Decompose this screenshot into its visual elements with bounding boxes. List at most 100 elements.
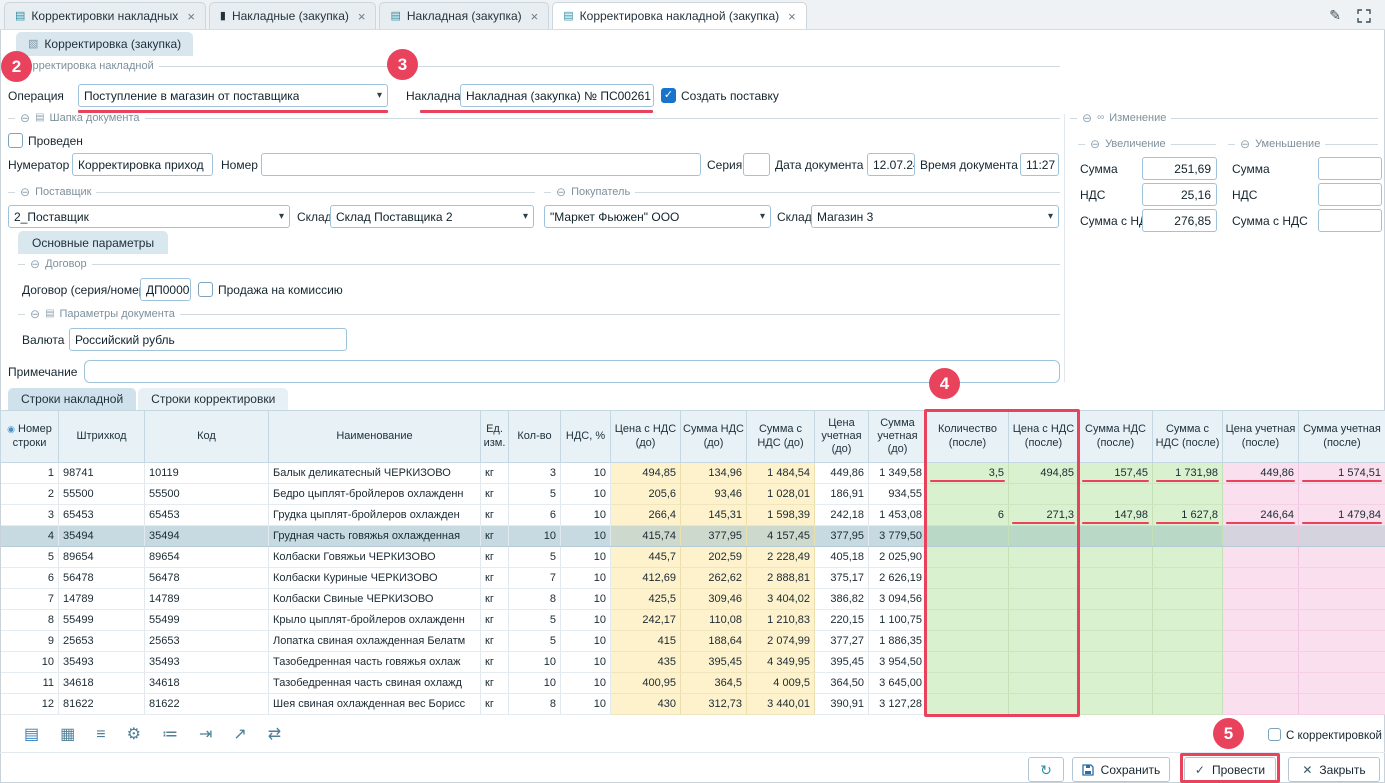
commission-checkbox[interactable] [198,282,213,297]
with-correction-checkbox[interactable] [1268,728,1281,741]
table-row[interactable]: 85549955499Крыло цыплят-бройлеров охлажд… [1,610,1385,631]
table-cell[interactable]: 98741 [59,463,145,484]
table-cell[interactable]: 34618 [59,673,145,694]
table-cell[interactable]: 3 [509,463,561,484]
table-row[interactable]: 36545365453Грудка цыплят-бройлеров охлаж… [1,505,1385,526]
collapse-icon[interactable]: ⊖ [30,308,40,320]
table-cell[interactable]: 2 074,99 [747,631,815,652]
column-header[interactable]: Сумма учетная (после) [1299,411,1385,463]
buyer-select[interactable]: "Маркет Фьюжен" ООО ▾ [544,205,771,228]
table-cell[interactable]: 55500 [145,484,269,505]
table-cell[interactable]: 10 [561,652,611,673]
column-header[interactable]: Кол-во [509,411,561,463]
table-cell[interactable]: Грудка цыплят-бройлеров охлажден [269,505,481,526]
table-cell[interactable]: 145,31 [681,505,747,526]
table-cell[interactable]: 3 645,00 [869,673,927,694]
table-cell[interactable] [1153,631,1223,652]
table-cell[interactable] [1153,547,1223,568]
operation-select[interactable]: Поступление в магазин от поставщика ▾ [78,84,388,107]
table-cell[interactable] [1223,547,1299,568]
currency-field[interactable]: Российский рубль [69,328,347,351]
table-cell[interactable]: 9 [1,631,59,652]
table-cell[interactable] [1299,652,1385,673]
supplier-select[interactable]: 2_Поставщик ▾ [8,205,290,228]
table-cell[interactable]: 266,4 [611,505,681,526]
column-header[interactable]: Цена с НДС (до) [611,411,681,463]
edit-icon[interactable]: ✎ [1329,7,1341,24]
table-cell[interactable]: 8 [509,694,561,715]
table-cell[interactable]: 10 [509,673,561,694]
contract-number-field[interactable]: ДП00002 [140,278,191,301]
tab-close-icon[interactable]: × [187,10,195,23]
table-cell[interactable] [1299,694,1385,715]
column-header[interactable]: Сумма НДС (до) [681,411,747,463]
table-cell[interactable]: 10 [561,589,611,610]
table-row[interactable]: 113461834618Тазобедренная часть свиная о… [1,673,1385,694]
group-list-icon[interactable]: ⇥ [199,727,212,743]
table-cell[interactable]: Шея свиная охлажденная вес Борисс [269,694,481,715]
table-cell[interactable]: 1 627,8 [1153,505,1223,526]
table-row[interactable]: 71478914789Колбаски Свиные ЧЕРКИЗОВОкг81… [1,589,1385,610]
table-cell[interactable]: 386,82 [815,589,869,610]
table-cell[interactable]: 494,85 [611,463,681,484]
table-cell[interactable]: 4 157,45 [747,526,815,547]
table-cell[interactable]: 2 626,19 [869,568,927,589]
table-cell[interactable]: 390,91 [815,694,869,715]
table-row[interactable]: 92565325653Лопатка свиная охлажденная Бе… [1,631,1385,652]
supplier-warehouse-select[interactable]: Склад Поставщика 2 ▾ [330,205,534,228]
table-cell[interactable]: 309,46 [681,589,747,610]
table-cell[interactable]: кг [481,610,509,631]
window-tab[interactable]: ▮Накладные (закупка)× [209,2,377,29]
table-cell[interactable] [1153,694,1223,715]
table-cell[interactable] [1223,694,1299,715]
table-cell[interactable]: 10 [561,505,611,526]
table-cell[interactable] [1299,631,1385,652]
table-cell[interactable]: 10 [561,463,611,484]
table-cell[interactable]: Тазобедренная часть говяжья охлаж [269,652,481,673]
table-cell[interactable]: 3 [1,505,59,526]
table-cell[interactable]: 35494 [145,526,269,547]
save-button[interactable]: Сохранить [1072,757,1170,782]
table-cell[interactable]: Лопатка свиная охлажденная Белатм [269,631,481,652]
table-cell[interactable] [1153,484,1223,505]
row-view-icon[interactable]: ▤ [24,727,39,743]
table-cell[interactable] [1079,631,1153,652]
table-cell[interactable]: кг [481,673,509,694]
table-tab[interactable]: Строки корректировки [138,388,288,410]
table-cell[interactable]: 34618 [145,673,269,694]
table-cell[interactable]: 25653 [59,631,145,652]
table-cell[interactable]: 55499 [145,610,269,631]
settings-icon[interactable]: ⚙ [127,727,141,743]
table-cell[interactable]: 5 [509,484,561,505]
number-field[interactable] [261,153,701,176]
table-cell[interactable]: 312,73 [681,694,747,715]
series-field[interactable] [743,153,770,176]
table-cell[interactable] [1299,589,1385,610]
table-cell[interactable]: 242,17 [611,610,681,631]
table-cell[interactable] [1299,547,1385,568]
table-cell[interactable]: 110,08 [681,610,747,631]
table-cell[interactable]: 188,64 [681,631,747,652]
table-cell[interactable]: 8 [1,610,59,631]
table-cell[interactable] [1223,652,1299,673]
table-row[interactable]: 25550055500Бедро цыплят-бройлеров охлажд… [1,484,1385,505]
table-cell[interactable]: 89654 [145,547,269,568]
table-cell[interactable]: 3 779,50 [869,526,927,547]
table-cell[interactable]: 377,95 [681,526,747,547]
increase-total-field[interactable]: 276,85 [1142,209,1217,232]
table-cell[interactable]: 35494 [59,526,145,547]
table-cell[interactable]: 1 100,75 [869,610,927,631]
column-header[interactable]: Штрихкод [59,411,145,463]
table-cell[interactable]: 4 349,95 [747,652,815,673]
table-cell[interactable]: 4 [1,526,59,547]
tab-close-icon[interactable]: × [531,10,539,23]
table-cell[interactable]: 4 009,5 [747,673,815,694]
table-cell[interactable]: 93,46 [681,484,747,505]
export-icon[interactable]: ↗ [233,727,246,743]
table-cell[interactable]: 6 [509,505,561,526]
table-cell[interactable]: 405,18 [815,547,869,568]
collapse-icon[interactable]: ⊖ [30,258,40,270]
table-cell[interactable]: 3 404,02 [747,589,815,610]
table-cell[interactable]: 10 [561,526,611,547]
table-cell[interactable]: 147,98 [1079,505,1153,526]
